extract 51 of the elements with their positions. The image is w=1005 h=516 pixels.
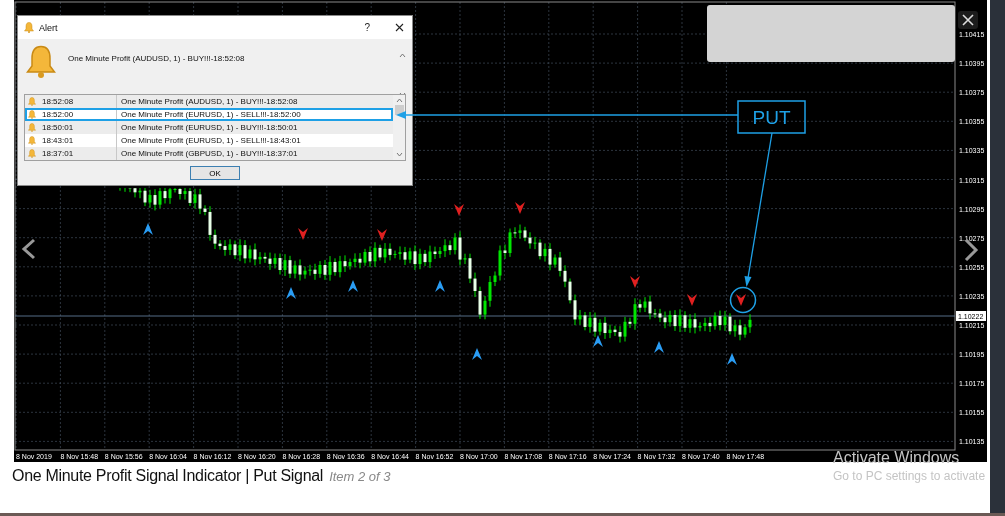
- bell-icon: [24, 22, 34, 33]
- alert-time: 18:52:08: [42, 97, 74, 106]
- down-arrow-icon: [630, 276, 640, 288]
- alert-time: 18:37:01: [42, 149, 74, 158]
- bell-icon: [28, 149, 36, 158]
- up-arrow-icon: [654, 341, 664, 353]
- scroll-up-icon[interactable]: [399, 53, 406, 58]
- close-icon[interactable]: [958, 11, 978, 29]
- bell-icon: [28, 110, 36, 119]
- up-arrow-icon: [286, 287, 296, 299]
- caption-title: One Minute Profit Signal Indicator | Put Signal: [12, 467, 324, 485]
- chevron-left-icon[interactable]: [21, 238, 35, 260]
- item-counter: Item 2 of 3: [329, 469, 391, 484]
- ok-button[interactable]: OK: [190, 166, 240, 180]
- alert-time: 18:43:01: [42, 136, 74, 145]
- bell-icon: [28, 123, 36, 132]
- alert-row[interactable]: 18:52:08 One Minute Profit (AUDUSD, 1) - BUY!!!-18:52:08: [25, 95, 393, 108]
- down-arrow-icon: [687, 294, 697, 306]
- down-arrow-icon: [298, 228, 308, 240]
- bell-icon: [28, 97, 36, 106]
- alert-text: One Minute Profit (EURUSD, 1) - SELL!!!-18:43:01: [120, 136, 302, 145]
- up-arrow-icon: [727, 353, 737, 365]
- alert-text: One Minute Profit (EURUSD, 1) - SELL!!!-18:52:00: [120, 110, 302, 119]
- down-arrow-icon: [454, 204, 464, 216]
- up-arrow-icon: [593, 335, 603, 347]
- help-button[interactable]: ?: [364, 22, 370, 33]
- alert-message: One Minute Profit (AUDUSD, 1) - BUY!!!-18:52:08: [68, 54, 246, 63]
- up-arrow-icon: [435, 280, 445, 292]
- down-arrow-icon: [377, 229, 387, 241]
- alert-time: 18:50:01: [42, 123, 74, 132]
- alert-row[interactable]: 18:37:01 One Minute Profit (GBPUSD, 1) - BUY!!!-18:37:01: [25, 147, 393, 160]
- scroll-up-icon[interactable]: [395, 98, 403, 103]
- alert-text: One Minute Profit (GBPUSD, 1) - BUY!!!-18:37:01: [120, 149, 299, 158]
- callout-label: PUT: [737, 100, 806, 134]
- highlight-circle: [729, 286, 757, 314]
- up-arrow-icon: [143, 223, 153, 235]
- dialog-title: Alert: [39, 22, 59, 33]
- alert-text: One Minute Profit (AUDUSD, 1) - BUY!!!-18:52:08: [120, 97, 299, 106]
- down-arrow-icon: [736, 294, 746, 306]
- bell-icon: [26, 45, 56, 78]
- down-arrow-icon: [515, 202, 525, 214]
- up-arrow-icon: [472, 348, 482, 360]
- alert-time: 18:52:00: [42, 110, 74, 119]
- alert-text: One Minute Profit (EURUSD, 1) - BUY!!!-18:50:01: [120, 123, 299, 132]
- close-icon[interactable]: [395, 23, 404, 32]
- activation-title: Activate Windows: [833, 449, 961, 467]
- alert-row[interactable]: 18:52:00 One Minute Profit (EURUSD, 1) - SELL!!!-18:52:00: [25, 108, 393, 121]
- alert-row[interactable]: 18:50:01 One Minute Profit (EURUSD, 1) - BUY!!!-18:50:01: [25, 121, 393, 134]
- bell-icon: [28, 136, 36, 145]
- activation-subtitle: Go to PC settings to activate: [833, 469, 986, 483]
- up-arrow-icon: [348, 280, 358, 292]
